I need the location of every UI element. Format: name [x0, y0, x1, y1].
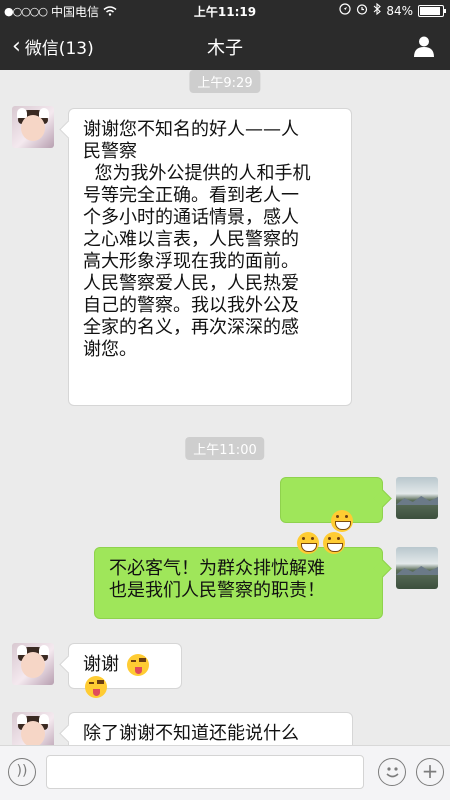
- voice-icon: )): [16, 763, 28, 779]
- winking-tongue-emoji: [126, 654, 149, 676]
- input-bar: )) +: [0, 745, 450, 800]
- emoji-button[interactable]: [378, 758, 406, 786]
- battery-percent: 84%: [386, 3, 413, 18]
- status-bar: ●○○○○ 中国电信 上午11:19 84%: [0, 0, 450, 22]
- grinning-face-emoji: [323, 532, 345, 554]
- emoji-icon: [385, 767, 399, 778]
- plus-icon: +: [421, 759, 439, 783]
- plus-button[interactable]: +: [416, 758, 444, 786]
- avatar[interactable]: [12, 712, 54, 745]
- person-icon: [414, 36, 434, 57]
- avatar[interactable]: [396, 477, 438, 519]
- avatar[interactable]: [12, 643, 54, 685]
- message-list[interactable]: 上午9:29 谢谢您不知名的好人——人 民警察 您为我外公提供的人和手机 号等完…: [0, 70, 450, 745]
- message-text: 谢谢: [83, 654, 119, 675]
- grinning-face-emoji: [331, 510, 354, 532]
- battery-icon: [418, 4, 446, 17]
- battery-fill: [420, 6, 441, 15]
- grinning-face-emoji: [297, 532, 319, 554]
- alarm-icon: [356, 3, 368, 18]
- profile-button[interactable]: [412, 34, 436, 58]
- location-icon: [339, 3, 351, 18]
- avatar[interactable]: [12, 106, 54, 148]
- message-text: 谢谢您不知名的好人——人 民警察 您为我外公提供的人和手机 号等完全正确。看到老…: [83, 119, 311, 360]
- bluetooth-icon: [373, 2, 382, 18]
- message-bubble-incoming[interactable]: 谢谢您不知名的好人——人 民警察 您为我外公提供的人和手机 号等完全正确。看到老…: [68, 108, 352, 406]
- message-bubble-outgoing[interactable]: [280, 477, 383, 554]
- message-input[interactable]: [46, 755, 364, 789]
- nav-bar: ‹ 微信(13) 木子: [0, 22, 450, 70]
- message-bubble-incoming[interactable]: 谢谢: [68, 643, 182, 698]
- timestamp: 上午11:00: [185, 437, 265, 460]
- avatar[interactable]: [396, 547, 438, 589]
- message-bubble-outgoing[interactable]: 不必客气！为群众排忧解难 也是我们人民警察的职责！: [94, 547, 383, 619]
- voice-button[interactable]: )): [8, 758, 36, 786]
- message-text: 不必客气！为群众排忧解难 也是我们人民警察的职责！: [109, 558, 325, 601]
- winking-tongue-emoji: [85, 676, 107, 698]
- timestamp: 上午9:29: [189, 70, 261, 93]
- message-bubble-incoming[interactable]: 除了谢谢不知道还能说什么: [68, 712, 353, 745]
- chat-title: 木子: [207, 38, 243, 59]
- message-text: 除了谢谢不知道还能说什么: [83, 723, 299, 744]
